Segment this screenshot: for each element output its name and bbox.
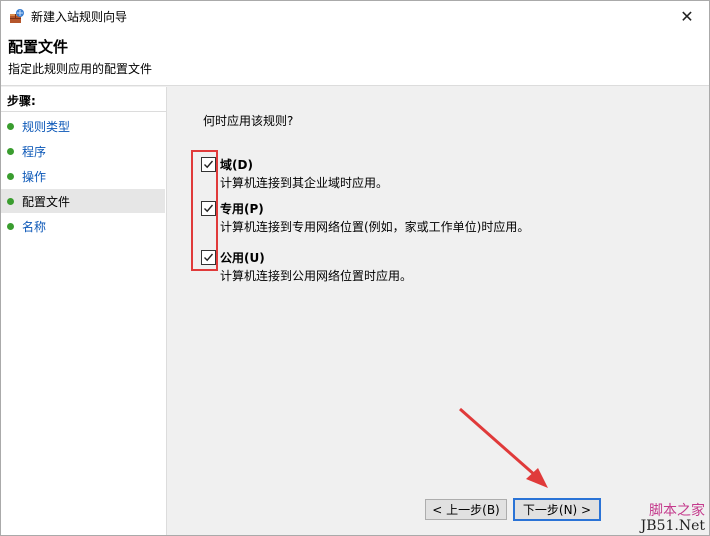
- steps-title: 步骤:: [7, 94, 36, 108]
- main-content: 何时应用该规则? 域(D) 计算机连接到其企业域时应用。 专用(P) 计算机连接…: [167, 87, 709, 535]
- page-title: 配置文件: [8, 38, 69, 56]
- private-description: 计算机连接到专用网络位置(例如，家或工作单位)时应用。: [220, 220, 530, 234]
- sidebar-item-label: 配置文件: [22, 194, 71, 209]
- sidebar-item-label: 程序: [22, 144, 47, 159]
- watermark: 脚本之家 JB51.Net: [641, 504, 705, 533]
- firewall-app-icon: [10, 9, 24, 23]
- checkmark-icon: [204, 253, 214, 262]
- step-bullet-icon: [7, 197, 14, 205]
- watermark-bottom: JB51.Net: [640, 518, 705, 534]
- sidebar-item-label: 操作: [22, 169, 47, 184]
- public-label: 公用(U): [220, 251, 265, 265]
- sidebar-item-profile[interactable]: 配置文件: [1, 189, 165, 213]
- back-button[interactable]: < 上一步(B): [425, 499, 507, 520]
- domain-checkbox[interactable]: [201, 157, 216, 172]
- public-checkbox[interactable]: [201, 250, 216, 265]
- private-checkbox[interactable]: [201, 201, 216, 216]
- next-button[interactable]: 下一步(N) >: [513, 498, 601, 521]
- close-icon: ✕: [680, 6, 694, 26]
- step-bullet-icon: [7, 122, 14, 130]
- steps-sidebar: 步骤: 规则类型 程序 操作 配置文件 名称: [1, 87, 167, 535]
- page-subtitle: 指定此规则应用的配置文件: [8, 62, 153, 76]
- close-button[interactable]: ✕: [665, 1, 709, 31]
- sidebar-item-action[interactable]: 操作: [1, 164, 165, 188]
- step-bullet-icon: [7, 172, 14, 180]
- sidebar-item-rule-type[interactable]: 规则类型: [1, 114, 165, 138]
- private-label: 专用(P): [220, 202, 264, 216]
- question-text: 何时应用该规则?: [203, 114, 294, 128]
- domain-description: 计算机连接到其企业域时应用。: [220, 176, 389, 190]
- step-bullet-icon: [7, 147, 14, 155]
- sidebar-item-program[interactable]: 程序: [1, 139, 165, 163]
- public-description: 计算机连接到公用网络位置时应用。: [220, 269, 413, 283]
- sidebar-item-label: 规则类型: [22, 119, 71, 134]
- steps-divider: [1, 111, 166, 112]
- watermark-top: 脚本之家: [649, 503, 705, 519]
- checkmark-icon: [204, 204, 214, 213]
- title-bar: 新建入站规则向导 ✕: [1, 1, 709, 31]
- domain-label: 域(D): [220, 158, 253, 172]
- sidebar-item-label: 名称: [22, 219, 47, 234]
- window-title: 新建入站规则向导: [31, 9, 128, 24]
- checkmark-icon: [204, 160, 214, 169]
- step-bullet-icon: [7, 222, 14, 230]
- wizard-window: 新建入站规则向导 ✕ 配置文件 指定此规则应用的配置文件 步骤: 规则类型 程序…: [0, 0, 710, 536]
- page-header: 配置文件 指定此规则应用的配置文件: [1, 31, 709, 86]
- sidebar-item-name[interactable]: 名称: [1, 214, 165, 238]
